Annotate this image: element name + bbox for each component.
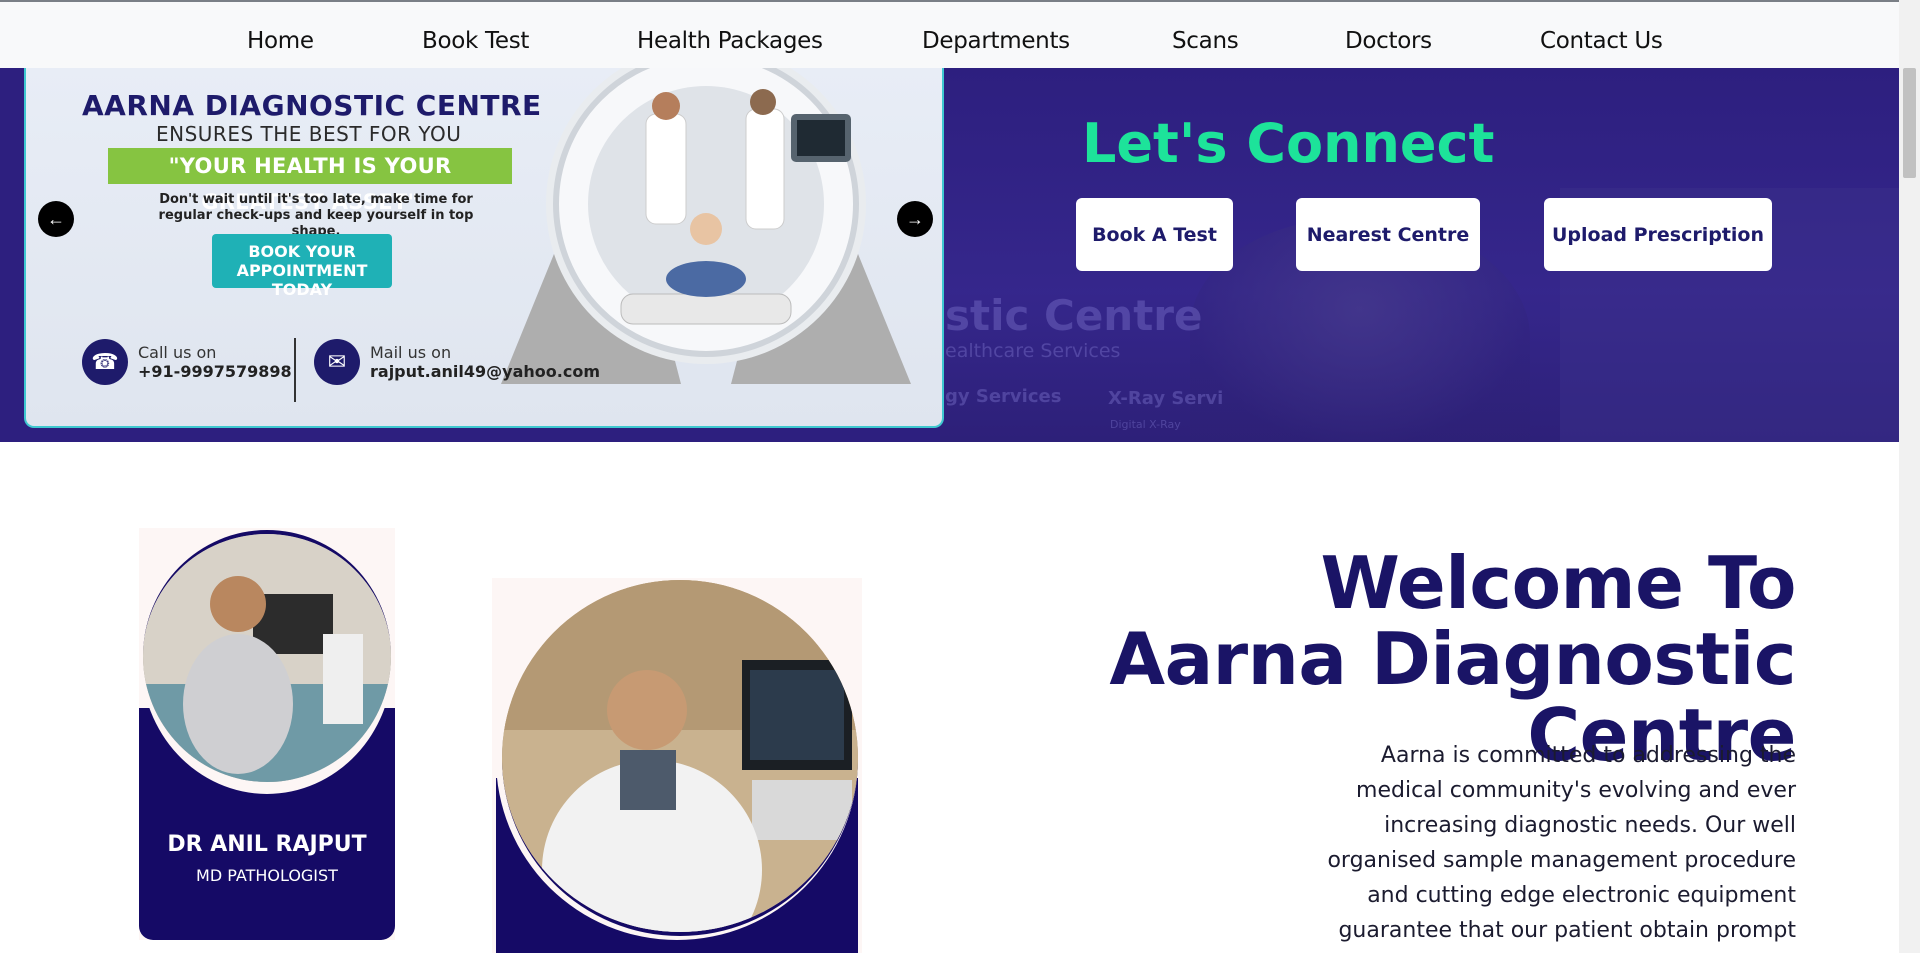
banner-title: AARNA DIAGNOSTIC CENTRE bbox=[82, 89, 542, 122]
mail-label: Mail us on bbox=[370, 343, 452, 362]
scrollbar-thumb[interactable] bbox=[1903, 68, 1916, 178]
phone-icon: ☎ bbox=[82, 339, 128, 385]
carousel-banner: AARNA DIAGNOSTIC CENTRE ENSURES THE BEST… bbox=[24, 68, 944, 428]
nav-departments[interactable]: Departments bbox=[922, 28, 1070, 54]
banner-tagline: "YOUR HEALTH IS YOUR GREATEST ASSET" bbox=[108, 148, 512, 214]
background-sign-text: ealthcare Services bbox=[945, 340, 1121, 362]
hero-section: stic Centre ealthcare Services gy Servic… bbox=[0, 68, 1899, 442]
arrow-left-icon: ← bbox=[47, 208, 65, 229]
background-sign-text: X-Ray Servi bbox=[1108, 388, 1224, 409]
contact-divider bbox=[294, 338, 296, 402]
nav-health-packages[interactable]: Health Packages bbox=[637, 28, 823, 54]
mail-icon: ✉ bbox=[314, 339, 360, 385]
upload-prescription-button[interactable]: Upload Prescription bbox=[1544, 198, 1772, 271]
doctor-role: MD PATHOLOGIST bbox=[196, 866, 338, 885]
background-sign-text: Digital X-Ray bbox=[1110, 418, 1181, 431]
book-a-test-button[interactable]: Book A Test bbox=[1076, 198, 1233, 271]
nav-contact-us[interactable]: Contact Us bbox=[1540, 28, 1663, 54]
doctor-name: DR ANIL RAJPUT bbox=[167, 832, 367, 857]
nav-book-test[interactable]: Book Test bbox=[422, 28, 529, 54]
nav-scans[interactable]: Scans bbox=[1172, 28, 1239, 54]
nav-doctors[interactable]: Doctors bbox=[1345, 28, 1432, 54]
page-scrollbar[interactable] bbox=[1899, 0, 1920, 953]
arrow-right-icon: → bbox=[906, 208, 924, 229]
doctor-photo-frame bbox=[141, 528, 393, 794]
nearest-centre-button[interactable]: Nearest Centre bbox=[1296, 198, 1480, 271]
doctor-photo bbox=[143, 530, 391, 782]
carousel-next-button[interactable]: → bbox=[897, 201, 933, 237]
banner-mail-contact: ✉ Mail us on rajput.anil49@yahoo.com bbox=[314, 339, 600, 385]
doctor-card bbox=[492, 578, 862, 953]
banner-subtitle: ENSURES THE BEST FOR YOU bbox=[156, 122, 462, 146]
background-sign-text: gy Services bbox=[945, 386, 1062, 407]
welcome-paragraph: Aarna is committed to addressing the med… bbox=[1327, 743, 1796, 943]
doctor-card: DR ANIL RAJPUT MD PATHOLOGIST bbox=[139, 528, 395, 940]
call-label: Call us on bbox=[138, 343, 217, 362]
doctor-photo-frame bbox=[496, 578, 858, 940]
nav-home[interactable]: Home bbox=[247, 28, 314, 54]
background-sign-text: stic Centre bbox=[945, 291, 1203, 340]
mail-address: rajput.anil49@yahoo.com bbox=[370, 362, 600, 381]
call-number: +91-9997579898 bbox=[138, 362, 292, 381]
top-navbar: Home Book Test Health Packages Departmen… bbox=[0, 0, 1899, 68]
lets-connect-title: Let's Connect bbox=[1082, 112, 1495, 175]
banner-call-contact: ☎ Call us on +91-9997579898 bbox=[82, 339, 292, 385]
banner-description: Don't wait until it's too late, make tim… bbox=[158, 192, 474, 239]
carousel-prev-button[interactable]: ← bbox=[38, 201, 74, 237]
banner-cta-image: BOOK YOUR APPOINTMENT TODAY bbox=[212, 234, 392, 299]
doctor-photo bbox=[502, 580, 858, 936]
